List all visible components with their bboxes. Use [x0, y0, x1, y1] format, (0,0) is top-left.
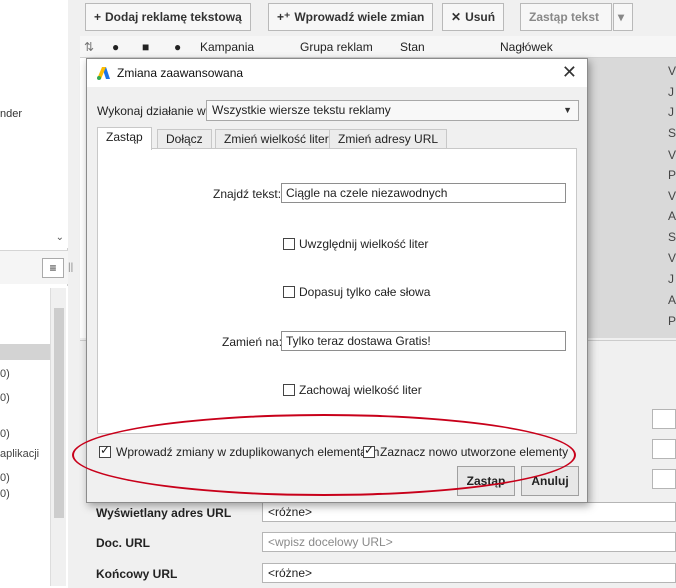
select-new-checkbox[interactable] — [363, 443, 375, 458]
list-item[interactable]: 0) — [0, 368, 10, 380]
edit-field[interactable] — [652, 439, 676, 459]
tab-replace[interactable]: Zastąp — [97, 127, 152, 150]
selected-column: V J J S V P V A S V J A P — [586, 58, 676, 338]
chevron-down-icon: ▾ — [618, 10, 625, 24]
comment-icon[interactable]: ■ — [142, 40, 149, 54]
list-item[interactable]: 0) — [0, 428, 10, 440]
toolbar: + Dodaj reklamę tekstową +⁺ Wprowadź wiele… — [80, 0, 676, 36]
plus-plus-icon: +⁺ — [277, 10, 291, 24]
delete-label: Usuń — [465, 10, 496, 24]
left-panel: nder ⌄ ≡ 0) 0) 0) aplikacji 0) 0) — [0, 0, 68, 588]
splitter-handle[interactable]: || — [68, 262, 73, 273]
list-item[interactable]: aplikacji — [0, 448, 39, 460]
whole-words-label[interactable]: Dopasuj tylko całe słowa — [299, 285, 430, 299]
cancel-button[interactable]: Anuluj — [521, 466, 579, 496]
multiple-changes-label: Wprowadź wiele zmian — [294, 10, 425, 24]
add-text-ad-label: Dodaj reklamę tekstową — [105, 10, 242, 24]
scrollbar-thumb[interactable] — [54, 308, 64, 518]
action-scope-label: Wykonaj działanie w: — [97, 104, 209, 118]
column-header-ad-group[interactable]: Grupa reklam — [300, 40, 373, 54]
table-cell[interactable]: V — [668, 251, 676, 265]
replace-button[interactable]: Zastąp — [457, 466, 515, 496]
find-text-label: Znajdź tekst: — [213, 187, 282, 201]
keep-case-label[interactable]: Zachowaj wielkość liter — [299, 383, 422, 397]
account-tree: nder ⌄ — [0, 0, 68, 248]
column-header-status[interactable]: Stan — [400, 40, 425, 54]
dialog-titlebar[interactable]: Zmiana zaawansowana ✕ — [87, 59, 587, 87]
edit-field[interactable] — [652, 409, 676, 429]
table-cell[interactable]: A — [668, 209, 676, 223]
replace-with-label: Zamień na: — [222, 335, 283, 349]
replace-with-input[interactable]: Tylko teraz dostawa Gratis! — [281, 331, 566, 351]
match-case-checkbox[interactable] — [283, 238, 295, 250]
dialog-title: Zmiana zaawansowana — [117, 66, 244, 80]
apply-duplicates-label[interactable]: Wprowadź zmiany w zduplikowanych element… — [116, 445, 379, 459]
final-url-label: Doc. URL — [96, 536, 150, 550]
tab-append[interactable]: Dołącz — [157, 129, 212, 149]
replace-text-label: Zastąp tekst — [529, 10, 600, 24]
final-url-input[interactable]: <wpisz docelowy URL> — [262, 532, 676, 552]
replace-text-dropdown[interactable]: ▾ — [613, 3, 633, 31]
selected-row-highlight — [0, 344, 50, 360]
whole-words-checkbox[interactable] — [283, 286, 295, 298]
replace-tab-panel: Znajdź tekst: Ciągle na czele niezawodny… — [97, 148, 577, 434]
table-cell[interactable]: V — [668, 148, 676, 162]
match-case-label[interactable]: Uwzględnij wielkość liter — [299, 237, 428, 251]
error-icon[interactable]: ● — [112, 40, 119, 54]
plus-icon: + — [94, 10, 102, 24]
list-item[interactable]: 0) — [0, 472, 10, 484]
table-cell[interactable]: J — [668, 105, 674, 119]
chevron-down-icon[interactable]: ⌄ — [56, 232, 64, 243]
find-text-input[interactable]: Ciągle na czele niezawodnych — [281, 183, 566, 203]
table-cell[interactable]: J — [668, 272, 674, 286]
table-cell[interactable]: V — [668, 189, 676, 203]
list-item[interactable]: 0) — [0, 488, 10, 500]
table-cell[interactable]: S — [668, 126, 676, 140]
tree-item-fragment[interactable]: nder — [0, 108, 22, 120]
table-cell[interactable]: A — [668, 293, 676, 307]
table-cell[interactable]: S — [668, 230, 676, 244]
multiple-changes-button[interactable]: +⁺ Wprowadź wiele zmian — [268, 3, 434, 31]
add-text-ad-button[interactable]: + Dodaj reklamę tekstową — [85, 3, 251, 31]
table-cell[interactable]: J — [668, 85, 674, 99]
display-url-input[interactable]: <różne> — [262, 502, 676, 522]
edit-field[interactable] — [652, 469, 676, 489]
end-url-input[interactable]: <różne> — [262, 563, 676, 583]
apply-duplicates-checkbox[interactable] — [99, 443, 111, 458]
google-ads-logo-icon — [97, 67, 110, 80]
table-cell[interactable]: P — [668, 314, 676, 328]
table-cell[interactable]: V — [668, 64, 676, 78]
left-scrollbar[interactable] — [50, 288, 66, 586]
advanced-change-dialog: Zmiana zaawansowana ✕ Wykonaj działanie … — [86, 58, 588, 503]
tab-change-urls[interactable]: Zmień adresy URL — [329, 129, 448, 149]
action-scope-value: Wszystkie wiersze tekstu reklamy — [212, 103, 391, 117]
chevron-down-icon: ▼ — [563, 105, 572, 115]
list-item[interactable]: 0) — [0, 392, 10, 404]
close-icon: ✕ — [451, 10, 462, 24]
end-url-label: Końcowy URL — [96, 567, 178, 581]
close-icon[interactable]: ✕ — [562, 62, 577, 82]
display-url-label: Wyświetlany adres URL — [96, 506, 232, 520]
keep-case-checkbox[interactable] — [283, 384, 295, 396]
column-header-headline[interactable]: Nagłówek — [500, 40, 553, 54]
column-header-campaign[interactable]: Kampania — [200, 40, 254, 54]
tab-change-case[interactable]: Zmień wielkość liter — [215, 129, 338, 149]
sort-icon[interactable]: ⇅ — [84, 40, 94, 54]
action-scope-select[interactable]: Wszystkie wiersze tekstu reklamy ▼ — [206, 100, 579, 121]
filter-icon[interactable]: ≡ — [42, 258, 64, 278]
select-new-label[interactable]: Zaznacz nowo utworzone elementy — [380, 445, 568, 459]
table-cell[interactable]: P — [668, 168, 676, 182]
table-header: ⇅ ● ■ ● Kampania Grupa reklam Stan Nagłó… — [80, 36, 676, 58]
replace-text-button[interactable]: Zastąp tekst — [520, 3, 612, 31]
status-dot-icon[interactable]: ● — [174, 40, 181, 54]
delete-button[interactable]: ✕ Usuń — [442, 3, 505, 31]
